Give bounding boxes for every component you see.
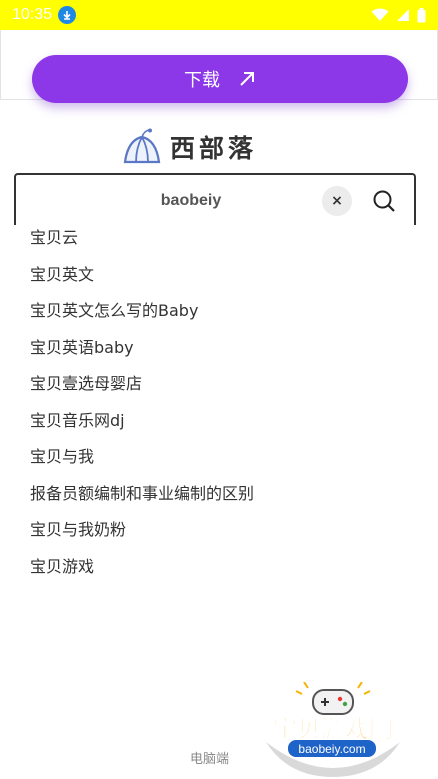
search-icon: [373, 190, 395, 212]
watermark-url: baobeiy.com: [298, 742, 365, 756]
suggestion-item[interactable]: 宝贝英文怎么写的Baby: [14, 293, 416, 330]
search-box: ×: [14, 173, 416, 225]
watermark-title: 宝贝游戏网: [273, 715, 393, 743]
suggestion-item[interactable]: 宝贝壹选母婴店: [14, 366, 416, 403]
suggestion-item[interactable]: 报备员额编制和事业编制的区别: [14, 476, 416, 513]
search-input[interactable]: [56, 185, 326, 217]
gamepad-icon: [295, 682, 371, 715]
clear-search-button[interactable]: ×: [322, 186, 352, 216]
suggestion-item[interactable]: 宝贝与我: [14, 439, 416, 476]
download-button[interactable]: 下载: [32, 55, 408, 103]
wifi-icon: [371, 8, 389, 21]
tent-logo-icon: [123, 128, 161, 164]
logo-text: 西部落: [170, 134, 258, 163]
suggestion-item[interactable]: 宝贝英文: [14, 257, 416, 294]
suggestion-item[interactable]: 宝贝与我奶粉: [14, 512, 416, 549]
site-logo[interactable]: 西部落: [122, 128, 257, 166]
close-icon: ×: [331, 193, 343, 209]
watermark-logo: 宝贝游戏网 baobeiy.com: [266, 682, 400, 777]
suggestion-list: 宝贝云 宝贝英文 宝贝英文怎么写的Baby 宝贝英语baby 宝贝壹选母婴店 宝…: [14, 220, 416, 585]
signal-icon: [397, 9, 409, 21]
search-button[interactable]: [368, 185, 400, 217]
status-time: 10:35: [12, 6, 53, 23]
download-button-label: 下载: [184, 70, 220, 91]
suggestion-item[interactable]: 宝贝英语baby: [14, 330, 416, 367]
status-icons: [371, 7, 426, 23]
battery-icon: [417, 7, 426, 22]
download-card: 下载: [0, 30, 438, 103]
suggestion-item[interactable]: 宝贝云: [14, 220, 416, 257]
status-bar: 10:35: [0, 0, 438, 30]
arrow-up-right-icon: [240, 72, 254, 86]
suggestion-item[interactable]: 宝贝音乐网dj: [14, 403, 416, 440]
download-notification-icon: [58, 6, 77, 24]
suggestion-item[interactable]: 宝贝游戏: [14, 549, 416, 586]
desktop-version-link[interactable]: 电脑端: [190, 748, 229, 767]
